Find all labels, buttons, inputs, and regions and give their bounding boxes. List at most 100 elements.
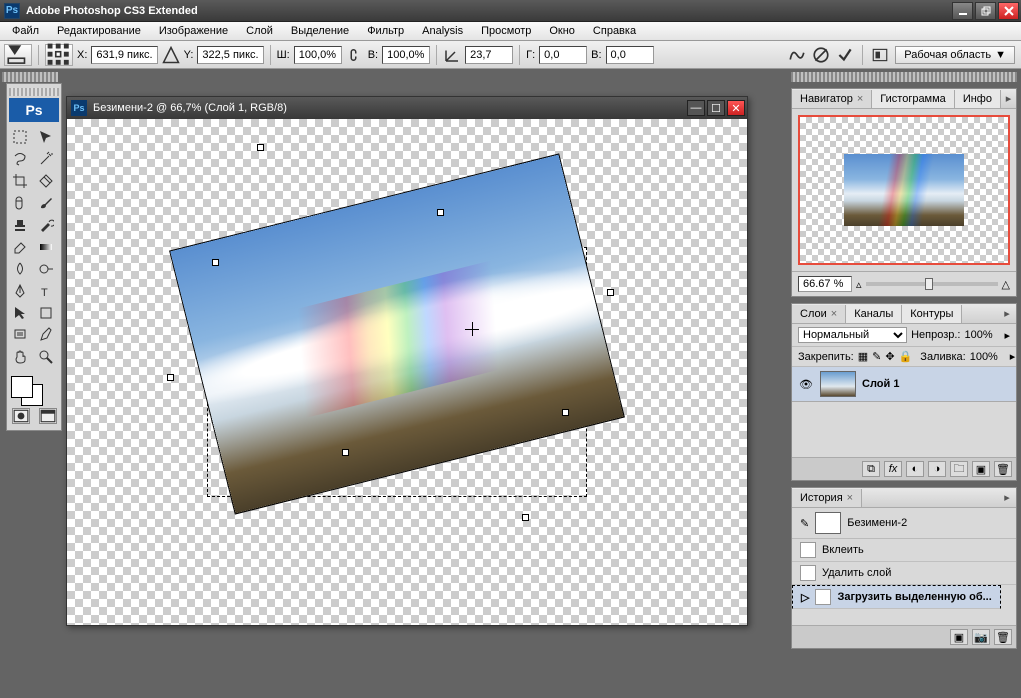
menu-select[interactable]: Выделение (283, 23, 357, 39)
layer-name[interactable]: Слой 1 (862, 378, 1010, 390)
warp-mode-button[interactable] (788, 46, 806, 64)
marquee-tool[interactable] (7, 126, 33, 148)
h-value[interactable]: 100,0% (382, 46, 430, 64)
menu-view[interactable]: Просмотр (473, 23, 539, 39)
restore-button[interactable] (975, 2, 996, 20)
layer-row[interactable]: 👁 Слой 1 (792, 367, 1016, 402)
lock-all-icon[interactable]: 🔒 (899, 350, 913, 363)
hskew-value[interactable]: 0,0 (539, 46, 587, 64)
new-document-from-state-button[interactable]: ▣ (950, 629, 968, 645)
type-tool[interactable]: T (33, 280, 59, 302)
transform-handle-bm[interactable] (342, 449, 349, 456)
lasso-tool[interactable] (7, 148, 33, 170)
history-brush-source-icon[interactable]: ✎ (800, 517, 809, 530)
cancel-transform-button[interactable] (812, 46, 830, 64)
menu-image[interactable]: Изображение (151, 23, 236, 39)
menu-analysis[interactable]: Analysis (414, 23, 471, 39)
transform-handle-ml[interactable] (212, 259, 219, 266)
transform-handle-tm[interactable] (437, 209, 444, 216)
doc-close-button[interactable]: ✕ (727, 100, 745, 116)
canvas[interactable] (67, 119, 747, 625)
toolbox-grip[interactable] (2, 72, 58, 82)
tab-paths[interactable]: Контуры (902, 305, 962, 323)
quickmask-button[interactable] (12, 408, 30, 424)
stamp-tool[interactable] (7, 214, 33, 236)
zoom-out-icon[interactable]: ▵ (856, 278, 862, 291)
panel-menu-button[interactable]: ▸ (998, 491, 1016, 504)
w-value[interactable]: 100,0% (294, 46, 342, 64)
link-layers-button[interactable]: ⧉ (862, 461, 880, 477)
layer-thumbnail[interactable] (820, 371, 856, 397)
tool-preset-picker[interactable] (4, 44, 32, 66)
history-item[interactable]: Удалить слой (792, 562, 1016, 585)
adjustment-layer-button[interactable]: ◑ (928, 461, 946, 477)
tab-history[interactable]: История× (792, 489, 862, 507)
lock-transparency-icon[interactable]: ▦ (858, 350, 868, 363)
transform-handle-tl[interactable] (257, 144, 264, 151)
tab-layers[interactable]: Слои× (792, 305, 846, 323)
slice-tool[interactable] (33, 170, 59, 192)
opacity-value[interactable]: 100% (964, 329, 1000, 341)
new-layer-button[interactable]: ▣ (972, 461, 990, 477)
opacity-flyout[interactable]: ▸ (1004, 329, 1010, 342)
color-swatches[interactable] (11, 376, 57, 402)
tab-histogram[interactable]: Гистограмма (872, 90, 955, 108)
gradient-tool[interactable] (33, 236, 59, 258)
blur-tool[interactable] (7, 258, 33, 280)
menu-help[interactable]: Справка (585, 23, 644, 39)
crop-tool[interactable] (7, 170, 33, 192)
screenmode-button[interactable] (39, 408, 57, 424)
transform-handle-br[interactable] (522, 514, 529, 521)
layer-mask-button[interactable]: ◐ (906, 461, 924, 477)
link-icon[interactable] (346, 46, 364, 64)
history-snapshot-thumb[interactable] (815, 512, 841, 534)
history-item-current[interactable]: ▷ Загрузить выделенную об... (792, 585, 1001, 609)
shape-tool[interactable] (33, 302, 59, 324)
panel-menu-button[interactable]: ▸ (1001, 92, 1016, 105)
menu-edit[interactable]: Редактирование (49, 23, 149, 39)
menu-filter[interactable]: Фильтр (359, 23, 412, 39)
panel-dock-grip[interactable] (791, 72, 1017, 82)
healing-tool[interactable] (7, 192, 33, 214)
navigator-preview[interactable] (798, 115, 1010, 265)
tab-info[interactable]: Инфо (955, 90, 1001, 108)
x-value[interactable]: 631,9 пикс. (91, 46, 157, 64)
eraser-tool[interactable] (7, 236, 33, 258)
pen-tool[interactable] (7, 280, 33, 302)
fill-flyout[interactable]: ▸ (1010, 350, 1016, 363)
angle-value[interactable]: 23,7 (465, 46, 513, 64)
navigator-zoom-value[interactable]: 66.67 % (798, 276, 852, 292)
notes-tool[interactable] (7, 324, 33, 346)
toolbox-handle[interactable] (9, 88, 59, 96)
document-titlebar[interactable]: Ps Безимени-2 @ 66,7% (Слой 1, RGB/8) — … (67, 97, 747, 119)
layer-style-button[interactable]: fx (884, 461, 902, 477)
group-button[interactable]: 🗀 (950, 461, 968, 477)
delete-layer-button[interactable]: 🗑 (994, 461, 1012, 477)
panel-menu-button[interactable]: ▸ (998, 307, 1016, 320)
history-brush-tool[interactable] (33, 214, 59, 236)
wand-tool[interactable] (33, 148, 59, 170)
doc-maximize-button[interactable]: ☐ (707, 100, 725, 116)
transform-handle-tr[interactable] (607, 289, 614, 296)
menu-layer[interactable]: Слой (238, 23, 281, 39)
blend-mode-select[interactable]: Нормальный (798, 327, 907, 343)
lock-position-icon[interactable]: ✥ (885, 350, 894, 363)
lock-pixels-icon[interactable]: ✎ (872, 350, 881, 363)
brush-tool[interactable] (33, 192, 59, 214)
visibility-toggle[interactable]: 👁 (798, 378, 814, 391)
workspace-picker[interactable]: Рабочая область▼ (895, 46, 1015, 64)
close-button[interactable] (998, 2, 1019, 20)
transform-center[interactable] (465, 322, 479, 336)
doc-minimize-button[interactable]: — (687, 100, 705, 116)
zoom-tool[interactable] (33, 346, 59, 368)
dodge-tool[interactable] (33, 258, 59, 280)
history-item[interactable]: Вклеить (792, 539, 1016, 562)
vskew-value[interactable]: 0,0 (606, 46, 654, 64)
transform-handle-mr[interactable] (562, 409, 569, 416)
navigator-zoom-slider[interactable] (866, 282, 998, 286)
menu-file[interactable]: Файл (4, 23, 47, 39)
tab-navigator[interactable]: Навигатор× (792, 90, 872, 108)
transform-handle-bl[interactable] (167, 374, 174, 381)
menu-window[interactable]: Окно (541, 23, 583, 39)
delete-state-button[interactable]: 🗑 (994, 629, 1012, 645)
